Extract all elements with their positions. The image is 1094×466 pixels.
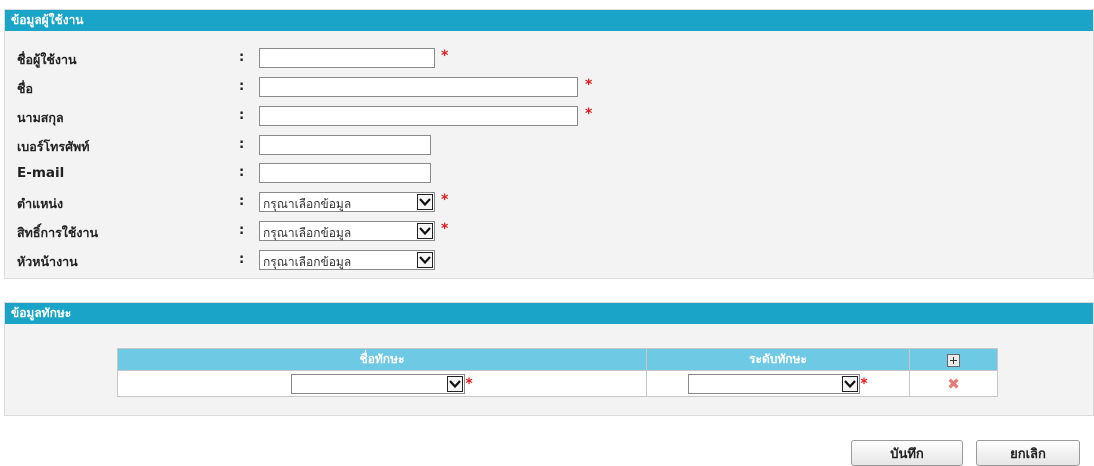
username-label: ชื่อผู้ใช้งาน	[17, 52, 77, 67]
permission-selected-value: กรุณาเลือกข้อมูล	[263, 226, 352, 240]
colon: :	[239, 50, 245, 65]
permission-select[interactable]: กรุณาเลือกข้อมูล	[259, 221, 435, 241]
colon: :	[239, 194, 245, 209]
cancel-button[interactable]: ยกเลิก	[976, 440, 1080, 466]
username-input[interactable]	[259, 48, 435, 68]
firstname-row: ชื่อ : *	[5, 75, 1093, 99]
user-info-header: ข้อมูลผู้ใช้งาน	[5, 10, 1093, 31]
skill-name-select[interactable]	[291, 373, 466, 394]
chevron-down-icon[interactable]	[417, 194, 433, 210]
supervisor-select[interactable]: กรุณาเลือกข้อมูล	[259, 250, 435, 270]
skill-table: ชื่อทักษะ ระดับทักษะ * * ✖	[117, 348, 998, 397]
chevron-down-icon[interactable]	[842, 375, 859, 392]
lastname-input[interactable]	[259, 106, 578, 126]
required-mark: *	[441, 48, 449, 64]
colon: :	[239, 137, 245, 152]
colon: :	[239, 165, 245, 180]
required-mark: *	[585, 77, 593, 93]
save-button[interactable]: บันทึก	[851, 440, 963, 466]
supervisor-selected-value: กรุณาเลือกข้อมูล	[263, 255, 352, 269]
position-label: ตำแหน่ง	[17, 196, 64, 211]
skill-table-header-row: ชื่อทักษะ ระดับทักษะ	[117, 348, 998, 371]
required-mark: *	[860, 375, 868, 392]
position-row: ตำแหน่ง : กรุณาเลือกข้อมูล *	[5, 190, 1093, 214]
colon: :	[239, 79, 245, 94]
colon: :	[239, 252, 245, 267]
firstname-input[interactable]	[259, 77, 578, 97]
email-input[interactable]	[259, 163, 431, 183]
phone-label: เบอร์โทรศัพท์	[17, 139, 90, 154]
table-row: * * ✖	[117, 370, 998, 397]
lastname-label: นามสกุล	[17, 110, 64, 125]
supervisor-label: หัวหน้างาน	[17, 254, 78, 269]
phone-row: เบอร์โทรศัพท์ :	[5, 133, 1093, 157]
chevron-down-icon[interactable]	[447, 375, 464, 392]
permission-label: สิทธิ์การใช้งาน	[17, 225, 99, 240]
delete-row-icon[interactable]: ✖	[947, 375, 960, 393]
email-label: E-mail	[17, 165, 65, 181]
colon: :	[239, 108, 245, 123]
username-row: ชื่อผู้ใช้งาน : *	[5, 46, 1093, 70]
skill-level-cell: *	[646, 370, 910, 397]
column-header-skill-name: ชื่อทักษะ	[117, 348, 647, 371]
position-selected-value: กรุณาเลือกข้อมูล	[263, 197, 352, 211]
chevron-down-icon[interactable]	[417, 223, 433, 239]
skill-header: ข้อมูลทักษะ	[5, 303, 1093, 324]
required-mark: *	[585, 106, 593, 122]
email-row: E-mail :	[5, 161, 1093, 185]
lastname-row: นามสกุล : *	[5, 104, 1093, 128]
add-row-header	[909, 348, 998, 371]
skill-level-select[interactable]	[688, 373, 861, 394]
chevron-down-icon[interactable]	[417, 252, 433, 268]
required-mark: *	[441, 192, 449, 208]
add-row-icon[interactable]	[947, 353, 960, 367]
required-mark: *	[465, 375, 473, 392]
permission-row: สิทธิ์การใช้งาน : กรุณาเลือกข้อมูล *	[5, 219, 1093, 243]
skill-name-cell: *	[117, 370, 647, 397]
position-select[interactable]: กรุณาเลือกข้อมูล	[259, 192, 435, 212]
colon: :	[239, 223, 245, 238]
user-info-panel: ข้อมูลผู้ใช้งาน ชื่อผู้ใช้งาน : * ชื่อ :…	[4, 9, 1094, 279]
column-header-skill-level: ระดับทักษะ	[646, 348, 910, 371]
required-mark: *	[441, 221, 449, 237]
phone-input[interactable]	[259, 135, 431, 155]
firstname-label: ชื่อ	[17, 81, 33, 96]
supervisor-row: หัวหน้างาน : กรุณาเลือกข้อมูล	[5, 248, 1093, 272]
skill-panel: ข้อมูลทักษะ ชื่อทักษะ ระดับทักษะ * * ✖	[4, 302, 1094, 416]
delete-cell: ✖	[909, 370, 998, 397]
